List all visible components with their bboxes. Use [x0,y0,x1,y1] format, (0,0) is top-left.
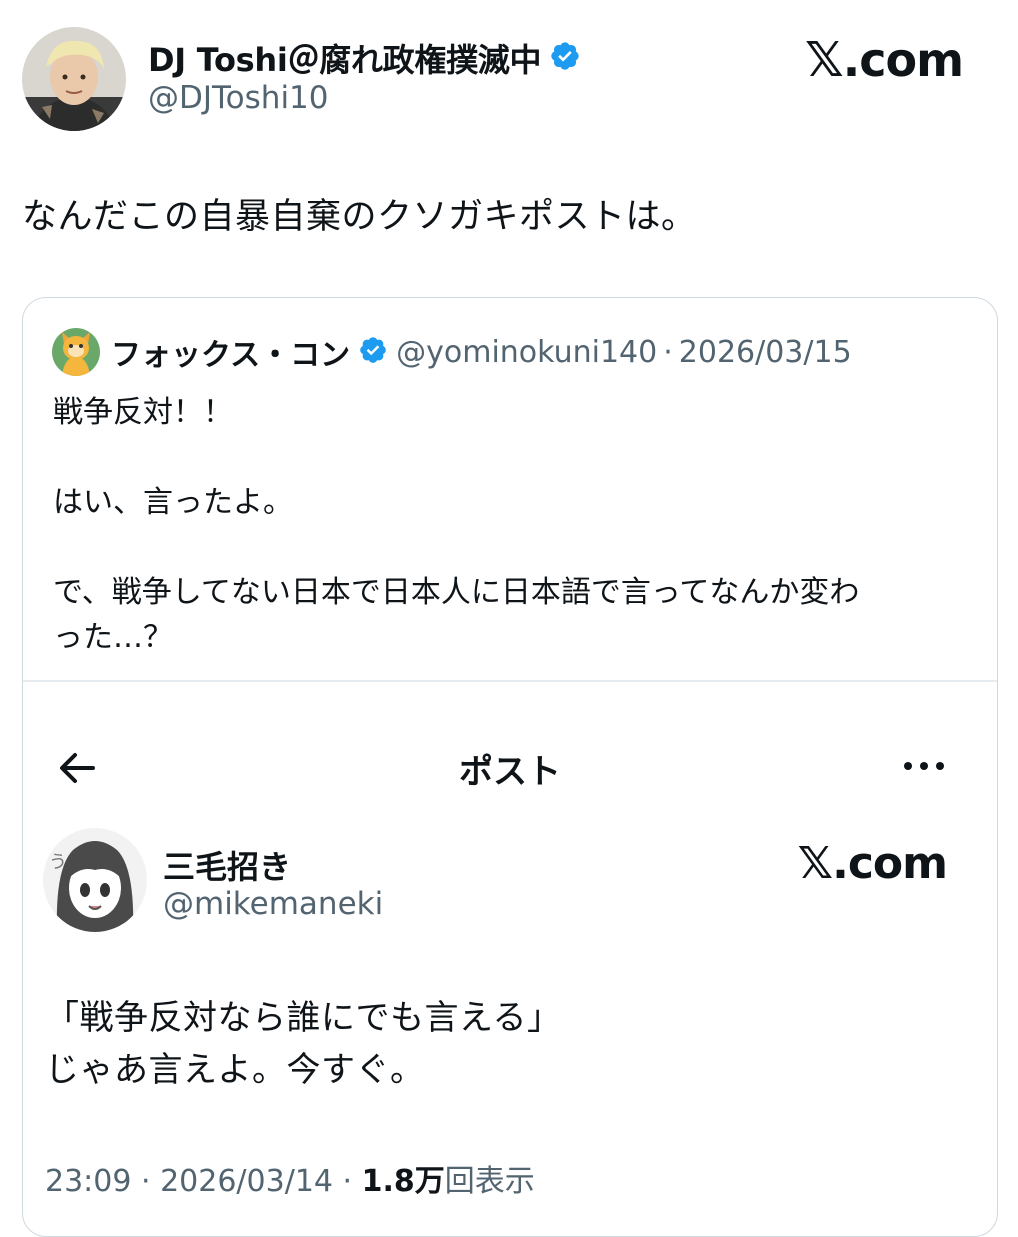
quoted-author-name[interactable]: フォックス・コン [111,330,350,374]
embedded-nav-title: ポスト [459,752,561,792]
author-name-row: DJ Toshi＠腐れ政権撲滅中 [148,35,581,81]
embedded-post-text: 「戦争反対なら誰にでも言える」 じゃあ言えよ。今すぐ。 [45,992,561,1096]
embedded-line: じゃあ言えよ。今すぐ。 [45,1050,425,1090]
view-count-label: 回表示 [444,1164,535,1199]
view-count: 1.8万 [361,1164,445,1199]
embedded-post-meta: 23:09 · 2026/03/14 · 1.8万回表示 [45,1156,535,1200]
quoted-line: で、戦争してない日本で日本人に日本語で言ってなんか変わ [53,575,860,610]
embedded-x-com-logo: 𝕏.com [797,838,948,889]
x-com-logo-text: .com [832,838,948,889]
separator-dot: · [333,1164,362,1199]
author-name[interactable]: DJ Toshi＠腐れ政権撲滅中 [148,35,541,81]
divider [23,680,997,682]
embedded-author-avatar: う [43,828,147,932]
x-logo-icon: 𝕏 [805,32,844,88]
embedded-author-handle: @mikemaneki [163,886,384,922]
embedded-author-name: 三毛招き [163,848,292,886]
post-time: 23:09 [45,1164,132,1199]
quoted-post-text: 戦争反対！！ はい、言ったよ。 で、戦争してない日本で日本人に日本語で言ってなん… [53,390,859,660]
verified-badge-icon [549,40,581,76]
embedded-nav-bar: ポスト [23,738,997,798]
x-com-logo[interactable]: 𝕏.com [805,32,964,88]
quoted-line [53,525,859,570]
quoted-line: 戦争反対！！ [53,395,233,430]
post-text: なんだこの自暴自棄のクソガキポストは。 [22,197,697,237]
x-com-logo-text: .com [842,33,964,87]
quoted-post-date[interactable]: 2026/03/15 [679,335,852,370]
quoted-post-card[interactable]: フォックス・コン @yominokuni140 · 2026/03/15 戦争反… [22,297,998,1237]
quoted-post-header: フォックス・コン @yominokuni140 · 2026/03/15 [111,330,852,374]
author-avatar[interactable] [22,27,126,131]
author-handle[interactable]: @DJToshi10 [148,80,329,116]
separator-dot: · [131,1164,161,1199]
quoted-author-handle[interactable]: @yominokuni140 [396,335,657,370]
quoted-author-avatar[interactable] [52,328,100,376]
svg-text:う: う [49,852,67,873]
verified-badge-icon [358,335,388,369]
quoted-line [53,435,859,480]
more-options-icon [901,756,947,776]
quoted-line: はい、言ったよ。 [53,485,293,520]
x-logo-icon: 𝕏 [797,838,833,889]
post-date: 2026/03/14 [160,1164,333,1199]
quoted-line: った…？ [53,620,173,655]
separator-dot: · [663,334,673,370]
embedded-line: 「戦争反対なら誰にでも言える」 [45,998,562,1038]
